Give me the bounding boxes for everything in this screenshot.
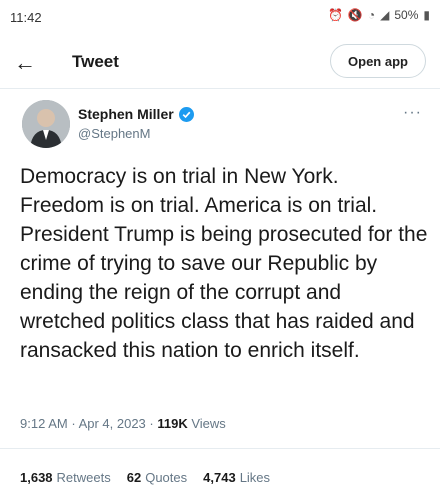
status-time: 11:42 (10, 10, 42, 25)
likes-count: 4,743 (203, 470, 236, 485)
stats-divider (0, 448, 440, 449)
tweet-stats: 1,638 Retweets 62 Quotes 4,743 Likes (20, 470, 270, 485)
views-count: 119K (157, 416, 188, 431)
author-handle[interactable]: @StephenM (78, 126, 150, 141)
mute-icon: 🔇 (347, 8, 363, 22)
wifi-icon: ◔ (367, 8, 376, 22)
header-divider (0, 88, 440, 89)
likes-label: Likes (239, 470, 271, 485)
quotes-count: 62 (126, 470, 142, 485)
open-app-button[interactable]: Open app (330, 44, 426, 78)
back-arrow-icon[interactable]: ← (14, 50, 36, 76)
battery-percent: 50% (394, 8, 419, 22)
tweet-meta: 9:12 AM · Apr 4, 2023 · 119K Views (20, 416, 226, 431)
avatar[interactable] (22, 100, 70, 148)
views-label: Views (191, 416, 226, 431)
tweet-date[interactable]: Apr 4, 2023 (79, 416, 146, 431)
signal-icon: ◢ (380, 8, 390, 22)
likes-stat[interactable]: 4,743 Likes (203, 470, 270, 485)
quotes-stat[interactable]: 62 Quotes (127, 470, 187, 485)
top-bar: ← Tweet Open app (0, 40, 440, 86)
status-bar: 11:42 ⏰ 🔇 ◔ ◢ 50% ▮ (0, 0, 440, 34)
status-icons: ⏰ 🔇 ◔ ◢ 50% ▮ (328, 8, 430, 22)
author-name-row[interactable]: Stephen Miller (78, 106, 194, 122)
author-name[interactable]: Stephen Miller (78, 106, 174, 122)
quotes-label: Quotes (145, 470, 188, 485)
battery-icon: ▮ (423, 8, 430, 22)
retweets-count: 1,638 (20, 470, 53, 485)
tweet-time[interactable]: 9:12 AM (20, 416, 68, 431)
page-title: Tweet (72, 52, 119, 71)
avatar-image (22, 100, 70, 148)
retweets-label: Retweets (56, 470, 111, 485)
more-options-icon[interactable]: ··· (403, 104, 422, 122)
verified-badge-icon (178, 106, 194, 122)
tweet-text: Democracy is on trial in New York. Freed… (20, 165, 428, 362)
retweets-stat[interactable]: 1,638 Retweets (20, 470, 111, 485)
alarm-icon: ⏰ (327, 8, 343, 22)
meta-separator: · (71, 416, 79, 431)
